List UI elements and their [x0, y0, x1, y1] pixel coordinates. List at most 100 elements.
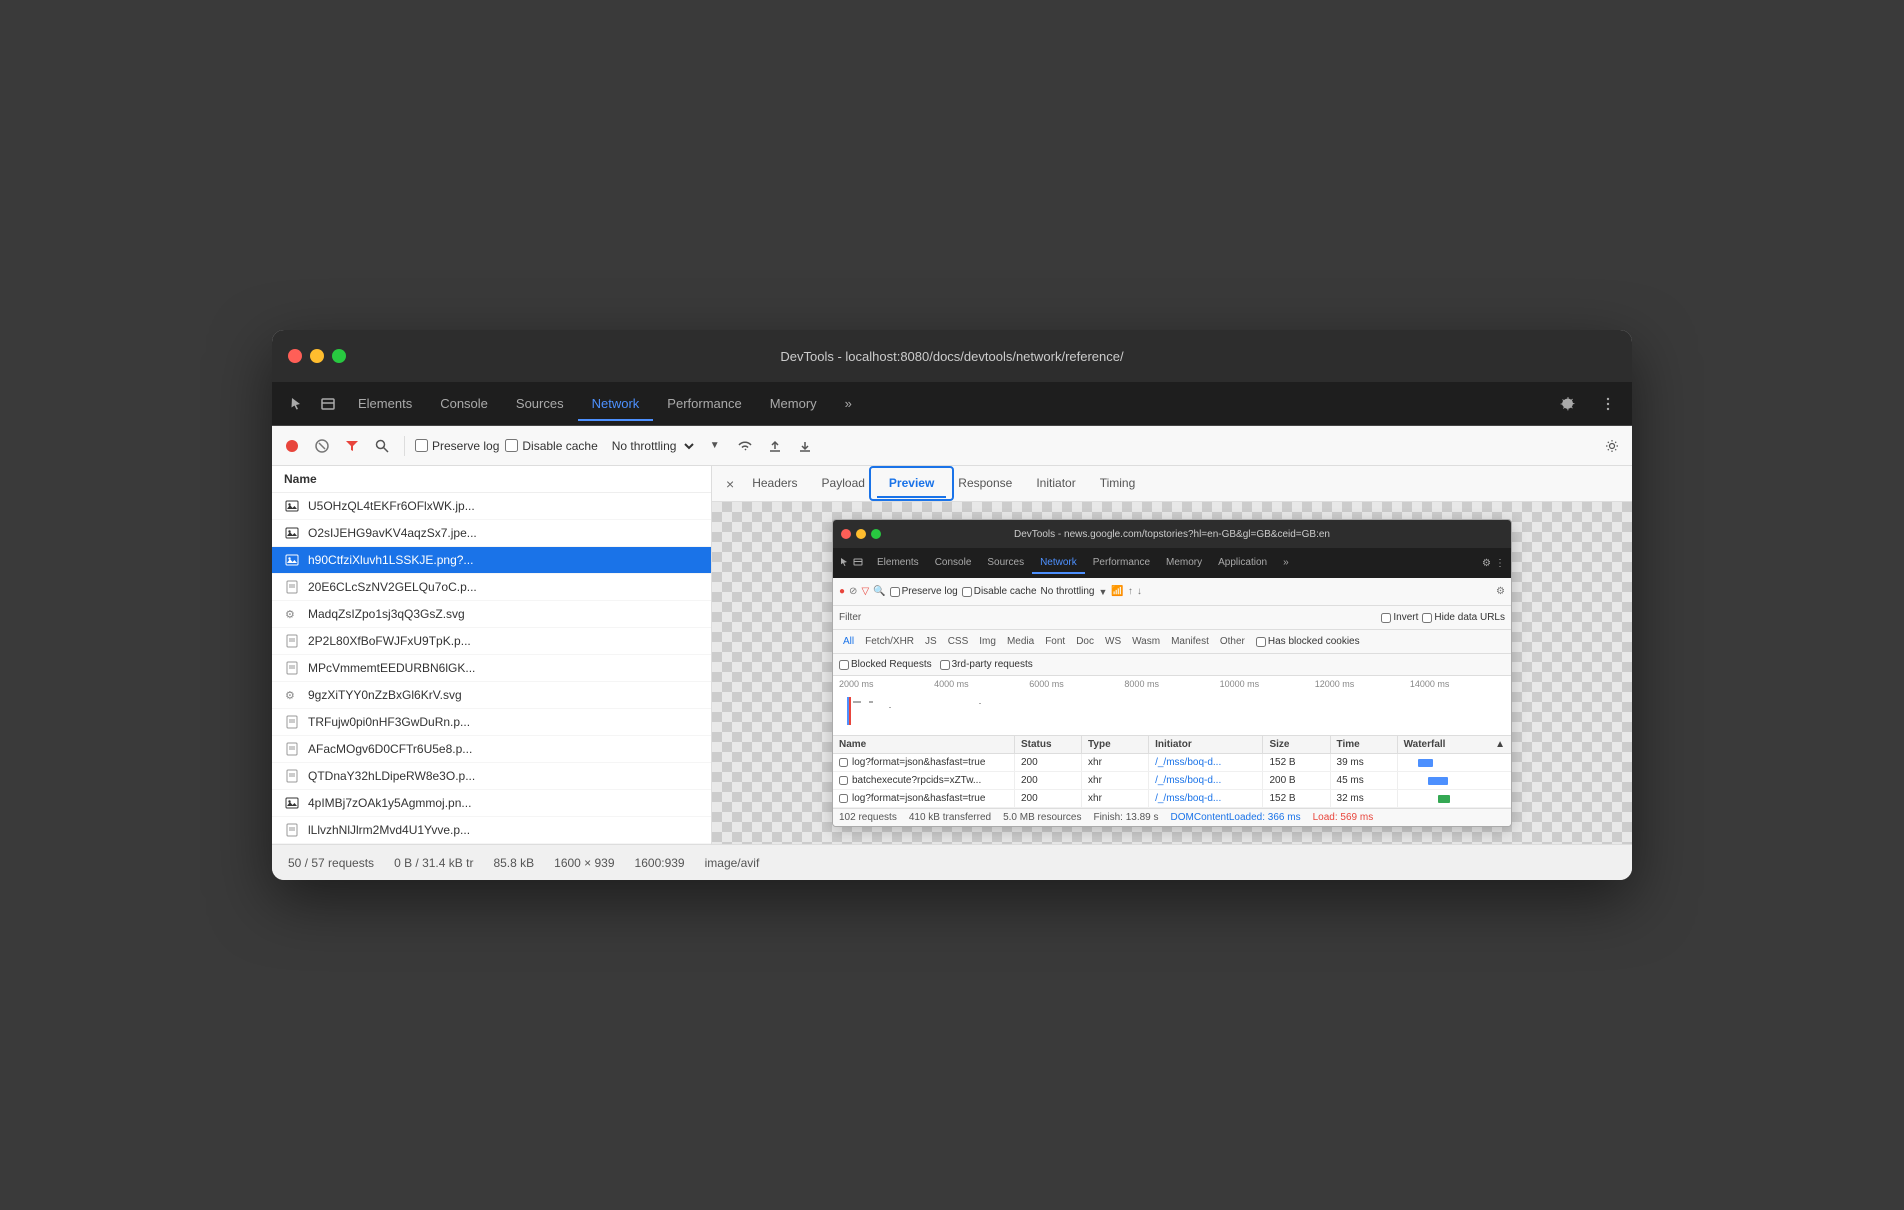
tab-more[interactable]: » — [831, 388, 866, 421]
svg-text:⚙: ⚙ — [285, 609, 295, 621]
tab-console[interactable]: Console — [426, 388, 502, 421]
inner-req-count: 102 requests — [839, 812, 897, 823]
more-options-icon[interactable] — [1592, 392, 1624, 416]
file-list-item[interactable]: TRFujw0pi0nHF3GwDuRn.p... — [272, 709, 711, 736]
file-list-item[interactable]: 2P2L80XfBoFWJFxU9TpK.p... — [272, 628, 711, 655]
file-type-icon — [284, 714, 300, 730]
tab-memory[interactable]: Memory — [756, 388, 831, 421]
inner-third-party: 3rd-party requests — [940, 659, 1033, 670]
file-name-label: MadqZsIZpo1sj3qQ3GsZ.svg — [308, 607, 465, 621]
disable-cache-label[interactable]: Disable cache — [505, 439, 597, 453]
tab-preview[interactable]: Preview — [877, 470, 946, 498]
type-other: Other — [1216, 635, 1249, 648]
inner-th-status: Status — [1015, 736, 1082, 753]
file-name-label: lLlvzhNlJlrm2Mvd4U1Yvve.p... — [308, 823, 470, 837]
tab-performance[interactable]: Performance — [653, 388, 755, 421]
file-list-item[interactable]: QTDnaY32hLDipeRW8e3O.p... — [272, 763, 711, 790]
upload-icon[interactable] — [763, 434, 787, 458]
file-type-icon — [284, 633, 300, 649]
type-fetch-xhr: Fetch/XHR — [861, 635, 918, 648]
inner-tab-elements: Elements — [869, 553, 927, 574]
filter-icon-btn[interactable] — [340, 434, 364, 458]
settings-gear-icon[interactable] — [1600, 434, 1624, 458]
inner-transferred: 410 kB transferred — [909, 812, 991, 823]
inner-devtools-tabs: Elements Console Sources Network Perform… — [833, 548, 1511, 578]
tl-12000: 12000 ms — [1315, 679, 1410, 689]
file-list-item[interactable]: ⚙9gzXiTYY0nZzBxGl6KrV.svg — [272, 682, 711, 709]
throttle-select[interactable]: No throttling — [604, 436, 697, 456]
file-list-panel: Name U5OHzQL4tEKFr6OFlxWK.jp...O2sIJEHG9… — [272, 466, 712, 844]
throttle-chevron[interactable]: ▼ — [703, 434, 727, 458]
type-manifest: Manifest — [1167, 635, 1213, 648]
clear-button[interactable] — [310, 434, 334, 458]
file-list-item[interactable]: h90CtfziXluvh1LSSKJE.png?... — [272, 547, 711, 574]
type-css: CSS — [944, 635, 973, 648]
file-type-icon: ⚙ — [284, 606, 300, 622]
inner-td-initiator: /_/mss/boq-d... — [1149, 754, 1263, 771]
cursor-icon[interactable] — [280, 392, 312, 416]
file-name-label: 20E6CLcSzNV2GELQu7oC.p... — [308, 580, 477, 594]
file-name-label: U5OHzQL4tEKFr6OFlxWK.jp... — [308, 499, 475, 513]
window-title: DevTools - localhost:8080/docs/devtools/… — [780, 349, 1123, 364]
inner-filter-label: Filter — [839, 612, 861, 623]
inner-td-initiator: /_/mss/boq-d... — [1149, 790, 1263, 807]
tab-sources[interactable]: Sources — [502, 388, 578, 421]
tab-payload[interactable]: Payload — [810, 470, 877, 498]
file-list-item[interactable]: AFacMOgv6D0CFTr6U5e8.p... — [272, 736, 711, 763]
inner-maximize-btn — [871, 529, 881, 539]
tab-network[interactable]: Network — [578, 388, 654, 421]
inner-td-size: 152 B — [1263, 790, 1330, 807]
disable-cache-checkbox[interactable] — [505, 439, 518, 452]
inner-tab-more: » — [1275, 553, 1297, 574]
file-name-label: 2P2L80XfBoFWJFxU9TpK.p... — [308, 634, 471, 648]
panel-close-button[interactable]: × — [720, 474, 740, 494]
file-list-item[interactable]: MPcVmmemtEEDURBN6lGK... — [272, 655, 711, 682]
status-requests: 50 / 57 requests — [288, 856, 374, 870]
outer-status-bar: 50 / 57 requests 0 B / 31.4 kB tr 85.8 k… — [272, 844, 1632, 880]
file-name-label: QTDnaY32hLDipeRW8e3O.p... — [308, 769, 475, 783]
settings-icon[interactable] — [1552, 392, 1584, 416]
tab-headers[interactable]: Headers — [740, 470, 809, 498]
search-icon-btn[interactable] — [370, 434, 394, 458]
inner-tab-sources: Sources — [979, 553, 1032, 574]
file-list-item[interactable]: 20E6CLcSzNV2GELQu7oC.p... — [272, 574, 711, 601]
tab-elements[interactable]: Elements — [344, 388, 426, 421]
dock-icon[interactable] — [312, 392, 344, 416]
record-button[interactable] — [280, 434, 304, 458]
tab-initiator[interactable]: Initiator — [1024, 470, 1087, 498]
file-list-item[interactable]: lLlvzhNlJlrm2Mvd4U1Yvve.p... — [272, 817, 711, 844]
type-font: Font — [1041, 635, 1069, 648]
status-type: image/avif — [705, 856, 760, 870]
file-type-icon — [284, 552, 300, 568]
preserve-log-label[interactable]: Preserve log — [415, 439, 499, 453]
download-icon[interactable] — [793, 434, 817, 458]
devtools-window: DevTools - localhost:8080/docs/devtools/… — [272, 330, 1632, 880]
tab-response[interactable]: Response — [946, 470, 1024, 498]
status-transferred: 0 B / 31.4 kB tr — [394, 856, 473, 870]
file-type-icon — [284, 741, 300, 757]
inner-td-time: 39 ms — [1331, 754, 1398, 771]
inner-tab-icons: ⚙ ⋮ — [1482, 558, 1505, 569]
inner-table-row: batchexecute?rpcids=xZTw... 200 xhr /_/m… — [833, 772, 1511, 790]
file-list-item[interactable]: ⚙ MadqZsIZpo1sj3qQ3GsZ.svg — [272, 601, 711, 628]
close-button[interactable] — [288, 349, 302, 363]
file-name-label: MPcVmmemtEEDURBN6lGK... — [308, 661, 475, 675]
minimize-button[interactable] — [310, 349, 324, 363]
file-list-item[interactable]: U5OHzQL4tEKFr6OFlxWK.jp... — [272, 493, 711, 520]
inner-preserve-log: Preserve log — [890, 586, 958, 597]
status-size: 85.8 kB — [493, 856, 534, 870]
preserve-log-checkbox[interactable] — [415, 439, 428, 452]
inner-td-type: xhr — [1082, 790, 1149, 807]
tab-timing[interactable]: Timing — [1088, 470, 1148, 498]
inner-type-bar: All Fetch/XHR JS CSS Img Media Font Doc … — [833, 630, 1511, 654]
inner-tab-application: Application — [1210, 553, 1275, 574]
inner-td-waterfall — [1398, 796, 1511, 802]
maximize-button[interactable] — [332, 349, 346, 363]
inner-th-initiator: Initiator — [1149, 736, 1263, 753]
inner-finish: Finish: 13.89 s — [1093, 812, 1158, 823]
file-name-label: O2sIJEHG9avKV4aqzSx7.jpe... — [308, 526, 477, 540]
file-list-item[interactable]: O2sIJEHG9avKV4aqzSx7.jpe... — [272, 520, 711, 547]
inner-td-name: log?format=json&hasfast=true — [833, 790, 1015, 807]
file-list-item[interactable]: 4pIMBj7zOAk1y5Agmmoj.pn... — [272, 790, 711, 817]
wifi-icon[interactable] — [733, 434, 757, 458]
